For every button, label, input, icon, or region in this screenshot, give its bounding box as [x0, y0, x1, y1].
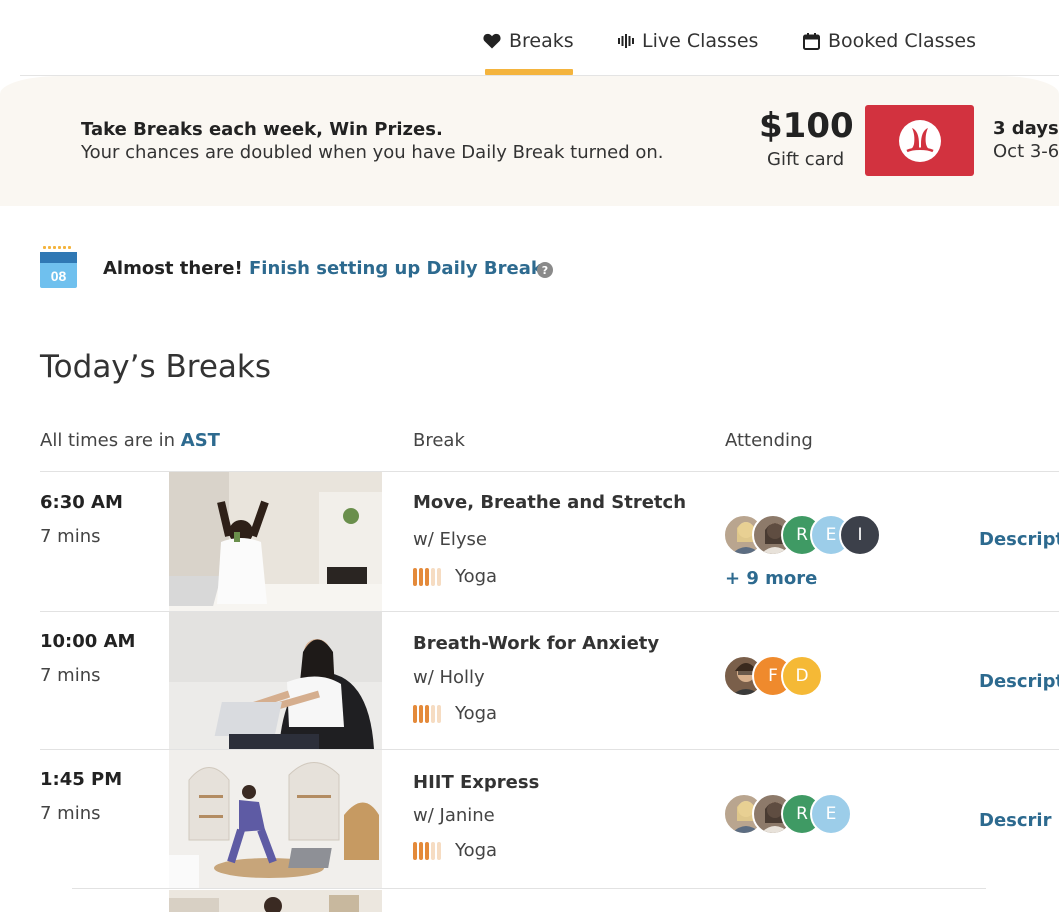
page-title: Today’s Breaks — [40, 349, 272, 385]
break-thumbnail[interactable] — [169, 750, 382, 889]
tab-breaks[interactable]: Breaks — [483, 28, 574, 54]
timezone-link[interactable]: AST — [181, 430, 220, 451]
break-duration: 7 mins — [40, 665, 101, 686]
attendee-avatars[interactable]: F D — [723, 655, 823, 699]
calendar-icon — [803, 32, 820, 50]
calendar-day-icon: 08 — [40, 246, 77, 288]
break-instructor: w/ Holly — [413, 667, 485, 688]
break-duration: 7 mins — [40, 526, 101, 547]
banner-title: Take Breaks each week, Win Prizes. — [81, 119, 443, 140]
break-type-label: Yoga — [455, 566, 498, 587]
more-attendees-link[interactable]: + 9 more — [725, 568, 817, 589]
break-instructor: w/ Elyse — [413, 529, 487, 550]
tab-bar: Breaks Live Classes Booked Classes — [0, 0, 1059, 76]
tab-live-classes-label: Live Classes — [642, 30, 759, 52]
intensity-level-icon — [413, 704, 443, 723]
attendee-avatars[interactable]: R E I — [723, 514, 881, 558]
tab-breaks-label: Breaks — [509, 30, 574, 52]
tab-booked-classes[interactable]: Booked Classes — [803, 28, 976, 54]
contest-days: 3 days — [993, 118, 1059, 139]
break-instructor: w/ Janine — [413, 805, 495, 826]
column-times: All times are in AST — [40, 430, 220, 451]
help-icon[interactable]: ? — [537, 262, 553, 278]
prize-label: Gift card — [767, 149, 845, 170]
live-bars-icon — [618, 34, 634, 48]
intensity-level-icon — [413, 841, 443, 860]
break-type: Yoga — [413, 703, 497, 724]
column-break: Break — [413, 430, 465, 451]
row-divider — [72, 888, 986, 889]
break-title[interactable]: Move, Breathe and Stretch — [413, 492, 686, 513]
break-thumbnail[interactable] — [169, 472, 382, 611]
break-type: Yoga — [413, 840, 497, 861]
break-thumbnail[interactable] — [169, 890, 382, 912]
times-prefix: All times are in — [40, 430, 176, 451]
break-duration: 7 mins — [40, 803, 101, 824]
avatar-initial: E — [810, 793, 852, 835]
break-type-label: Yoga — [455, 703, 498, 724]
break-type-label: Yoga — [455, 840, 498, 861]
description-link[interactable]: Descript — [979, 529, 1059, 550]
tab-booked-classes-label: Booked Classes — [828, 30, 976, 52]
avatar-initial: D — [781, 655, 823, 697]
help-icon-glyph: ? — [541, 263, 549, 277]
break-title[interactable]: Breath-Work for Anxiety — [413, 633, 659, 654]
break-time: 1:45 PM — [40, 769, 123, 790]
setup-status-text: Almost there! — [103, 258, 243, 279]
lululemon-logo — [865, 105, 974, 176]
banner-subtitle: Your chances are doubled when you have D… — [81, 142, 664, 163]
tab-live-classes[interactable]: Live Classes — [618, 28, 758, 54]
attendee-avatars[interactable]: R E — [723, 793, 852, 837]
description-link[interactable]: Descript — [979, 671, 1059, 692]
break-time: 10:00 AM — [40, 631, 136, 652]
intensity-level-icon — [413, 567, 443, 586]
finish-setup-link[interactable]: Finish setting up Daily Break — [249, 258, 543, 279]
contest-date-range: Oct 3-6 — [993, 141, 1059, 162]
description-link[interactable]: Descrir — [979, 810, 1051, 831]
break-time: 6:30 AM — [40, 492, 123, 513]
prize-amount: $100 — [759, 106, 854, 146]
break-thumbnail[interactable] — [169, 612, 382, 749]
calendar-day-number: 08 — [51, 268, 67, 284]
column-attending: Attending — [725, 430, 813, 451]
break-type: Yoga — [413, 566, 497, 587]
break-title[interactable]: HIIT Express — [413, 772, 539, 793]
avatar-initial: I — [839, 514, 881, 556]
heart-icon — [483, 33, 501, 49]
